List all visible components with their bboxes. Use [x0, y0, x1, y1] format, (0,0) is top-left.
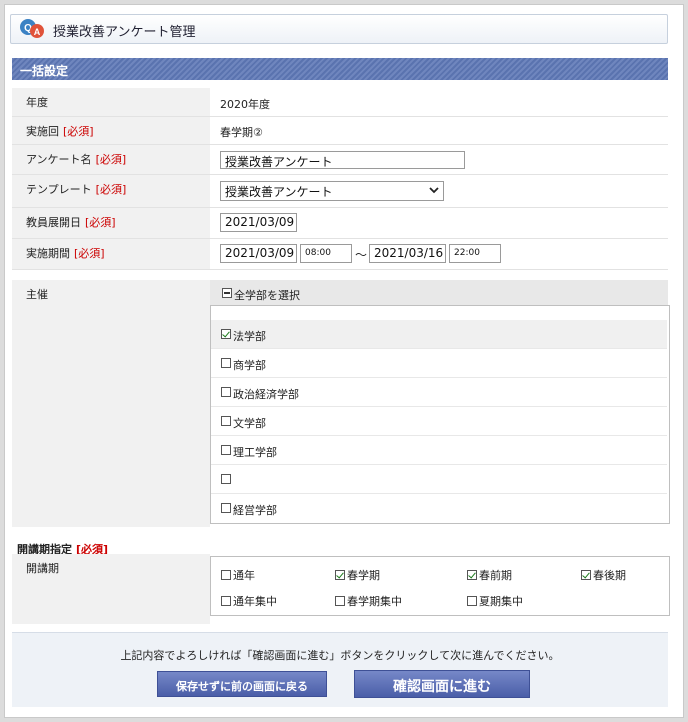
- list-item[interactable]: 理工学部: [211, 436, 667, 465]
- select-all-row[interactable]: 全学部を選択: [210, 280, 668, 306]
- faculty-label: 理工学部: [233, 446, 277, 459]
- period-end-date-input[interactable]: 2021/03/16: [369, 244, 446, 263]
- term-option[interactable]: 春学期集中: [335, 593, 402, 609]
- template-label: テンプレート [必須]: [12, 175, 210, 207]
- row-round: 実施回 [必須] 春学期②: [12, 117, 668, 145]
- term-checkbox[interactable]: [581, 570, 591, 580]
- template-select[interactable]: 授業改善アンケート: [220, 181, 444, 201]
- term-checkbox[interactable]: [221, 596, 231, 606]
- qa-icon: Q A: [20, 19, 44, 38]
- title-bar: Q A 授業改善アンケート管理: [10, 14, 668, 44]
- list-item[interactable]: 商学部: [211, 349, 667, 378]
- term-option[interactable]: 夏期集中: [467, 593, 523, 609]
- term-label: 開講期: [12, 554, 210, 624]
- round-label: 実施回 [必須]: [12, 117, 210, 144]
- term-checkbox[interactable]: [467, 596, 477, 606]
- page-title: 授業改善アンケート管理: [53, 25, 196, 40]
- template-selected-value: 授業改善アンケート: [225, 185, 333, 199]
- select-all-checkbox[interactable]: [222, 288, 232, 298]
- faculty-checkbox[interactable]: [221, 503, 231, 513]
- term-checkbox[interactable]: [335, 596, 345, 606]
- faculty-checkbox[interactable]: [221, 358, 231, 368]
- term-option[interactable]: 春後期: [581, 567, 626, 583]
- list-item[interactable]: 経営学部: [211, 494, 667, 522]
- term-options: 通年 春学期 春前期 春後期 通年集中 春学期集中 夏期集中: [210, 556, 670, 616]
- row-template: テンプレート [必須] 授業改善アンケート: [12, 175, 668, 208]
- required-mark: [必須]: [95, 153, 127, 166]
- faculty-checkbox[interactable]: [221, 329, 231, 339]
- confirm-button[interactable]: 確認画面に進む: [354, 670, 530, 698]
- period-start-date-input[interactable]: 2021/03/09: [220, 244, 297, 263]
- year-value: 2020年度: [220, 98, 270, 111]
- footer-notice: 上記内容でよろしければ「確認画面に進む」ボタンをクリックして次に進んでください。: [120, 649, 560, 662]
- required-mark: [必須]: [63, 125, 94, 138]
- list-item[interactable]: 文学部: [211, 407, 667, 436]
- required-mark: [必須]: [95, 183, 127, 196]
- faculty-checkbox[interactable]: [221, 387, 231, 397]
- faculty-label: 商学部: [233, 359, 266, 372]
- footer: 上記内容でよろしければ「確認画面に進む」ボタンをクリックして次に進んでください。…: [12, 632, 668, 707]
- year-label: 年度: [12, 88, 210, 116]
- survey-name-label: アンケート名 [必須]: [12, 145, 210, 174]
- faculty-label: 政治経済学部: [233, 388, 299, 401]
- required-mark: [必須]: [74, 247, 105, 260]
- round-value: 春学期②: [220, 126, 263, 139]
- row-period: 実施期間 [必須] 2021/03/09 08:00 ～ 2021/03/16 2…: [12, 239, 668, 270]
- list-item[interactable]: 法学部: [211, 320, 667, 349]
- term-option[interactable]: 春前期: [467, 567, 512, 583]
- term-checkbox[interactable]: [335, 570, 345, 580]
- faculty-list: 法学部 商学部 政治経済学部 文学部 理工学部 経営学部: [210, 305, 670, 524]
- term-checkbox[interactable]: [221, 570, 231, 580]
- term-option[interactable]: 通年: [221, 567, 255, 583]
- list-item[interactable]: [211, 465, 667, 494]
- period-end-time-input[interactable]: 22:00: [449, 244, 501, 263]
- faculty-checkbox[interactable]: [221, 416, 231, 426]
- svg-text:A: A: [34, 27, 41, 37]
- faculty-checkbox[interactable]: [221, 445, 231, 455]
- period-start-time-input[interactable]: 08:00: [300, 244, 352, 263]
- select-all-label: 全学部を選択: [234, 289, 300, 302]
- faculty-label: 法学部: [233, 330, 266, 343]
- teacher-open-date-label: 教員展開日 [必須]: [12, 208, 210, 238]
- faculty-label: 文学部: [233, 417, 266, 430]
- survey-name-input[interactable]: 授業改善アンケート: [220, 151, 465, 169]
- list-item[interactable]: 政治経済学部: [211, 378, 667, 407]
- term-option[interactable]: 通年集中: [221, 593, 277, 609]
- section-title: 一括設定: [20, 64, 69, 78]
- period-label: 実施期間 [必須]: [12, 239, 210, 269]
- back-button[interactable]: 保存せずに前の画面に戻る: [157, 671, 327, 697]
- row-year: 年度 2020年度: [12, 88, 668, 117]
- row-teacher-open-date: 教員展開日 [必須] 2021/03/09: [12, 208, 668, 239]
- faculty-label: 経営学部: [233, 504, 277, 517]
- row-survey-name: アンケート名 [必須] 授業改善アンケート: [12, 145, 668, 175]
- term-option[interactable]: 春学期: [335, 567, 380, 583]
- faculty-checkbox[interactable]: [221, 474, 231, 484]
- host-label: 主催: [12, 280, 210, 527]
- section-header: 一括設定: [12, 58, 668, 80]
- chevron-down-icon: [429, 187, 439, 194]
- teacher-open-date-input[interactable]: 2021/03/09: [220, 213, 297, 232]
- required-mark: [必須]: [85, 216, 116, 229]
- term-checkbox[interactable]: [467, 570, 477, 580]
- period-separator: ～: [355, 248, 368, 262]
